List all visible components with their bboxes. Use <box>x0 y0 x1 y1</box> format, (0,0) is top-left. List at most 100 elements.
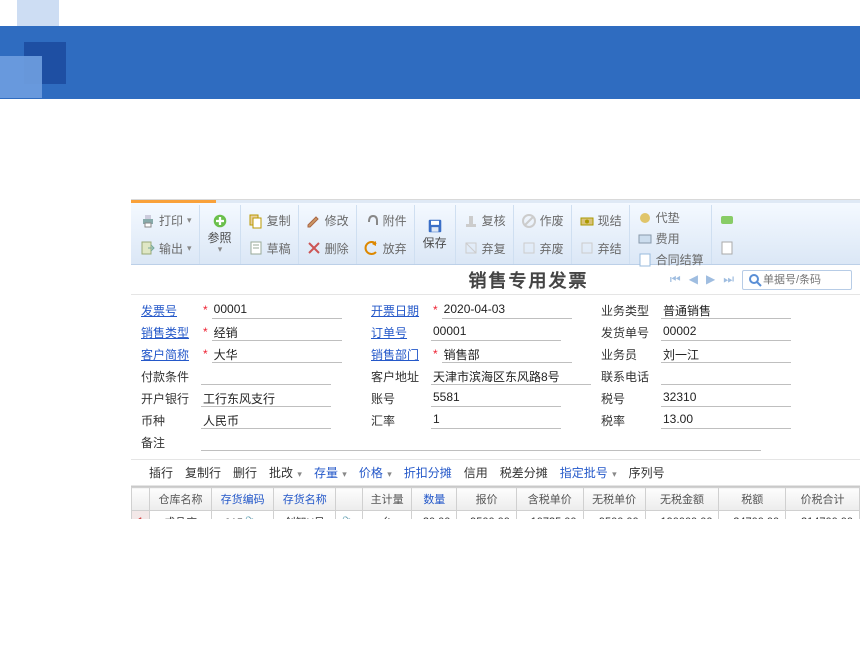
saletype-label[interactable]: 销售类型 <box>141 324 201 341</box>
cell-tax[interactable]: 24700.00 <box>719 511 786 520</box>
reference-button[interactable]: 参照▾ <box>200 205 241 264</box>
col-taxprice[interactable]: 含税单价 <box>516 488 583 511</box>
orderno-label[interactable]: 订单号 <box>371 324 431 341</box>
cash-icon <box>579 213 595 229</box>
addr-value[interactable]: 天津市滨海区东风路8号 <box>431 367 591 385</box>
draft-button[interactable]: 草稿 <box>244 238 295 259</box>
col-total[interactable]: 价税合计 <box>786 488 860 511</box>
col-name[interactable]: 存货名称 <box>274 488 336 511</box>
abandon3-button[interactable]: 弃结 <box>575 238 626 259</box>
search-box[interactable] <box>742 270 852 290</box>
taxrate-value[interactable]: 13.00 <box>661 411 791 429</box>
salesman-value[interactable]: 刘一江 <box>661 345 791 363</box>
giveup-label: 放弃 <box>383 240 407 257</box>
taxdiff-button[interactable]: 税差分摊 <box>500 464 548 481</box>
invoice-date-label[interactable]: 开票日期 <box>371 302 431 319</box>
tel-value[interactable] <box>661 367 791 385</box>
fee-label: 费用 <box>656 230 680 247</box>
invoice-date-value[interactable]: 2020-04-03 <box>442 301 572 319</box>
paperclip-icon[interactable]: 📎 <box>243 517 261 520</box>
line-toolbar: 插行 复制行 删行 批改 ▾ 存量 ▾ 价格 ▾ 折扣分摊 信用 税差分摊 指定… <box>131 459 860 486</box>
col-qty[interactable]: 数量 <box>412 488 457 511</box>
delete-row-button[interactable]: 删行 <box>233 464 257 481</box>
delete-button[interactable]: 删除 <box>302 238 353 259</box>
col-warehouse[interactable]: 仓库名称 <box>150 488 212 511</box>
review-button[interactable]: 复核 <box>459 210 510 231</box>
cell-uom[interactable]: 台 <box>363 511 412 520</box>
account-value[interactable]: 5581 <box>431 389 561 407</box>
more2-button[interactable] <box>715 238 739 258</box>
price-button[interactable]: 价格 ▾ <box>359 464 392 481</box>
col-code[interactable]: 存货编码 <box>212 488 274 511</box>
insert-row-button[interactable]: 插行 <box>149 464 173 481</box>
col-tax[interactable]: 税额 <box>719 488 786 511</box>
copy-row-button[interactable]: 复制行 <box>185 464 221 481</box>
cust-label[interactable]: 客户简称 <box>141 346 201 363</box>
serial-button[interactable]: 序列号 <box>629 464 665 481</box>
batch-edit-button[interactable]: 批改 ▾ <box>269 464 302 481</box>
export-icon <box>140 240 156 256</box>
biztype-label: 业务类型 <box>601 302 661 319</box>
cust-value[interactable]: 大华 <box>212 345 342 363</box>
rate-value[interactable]: 1 <box>431 411 561 429</box>
taxno-value[interactable]: 32310 <box>661 389 791 407</box>
cell-code[interactable]: 015📎 <box>212 511 274 520</box>
export-button[interactable]: 输出▾ <box>136 238 196 259</box>
biztype-value[interactable]: 普通销售 <box>661 301 791 319</box>
col-uom[interactable]: 主计量 <box>363 488 412 511</box>
abandon2-label: 弃废 <box>540 240 564 257</box>
giveup-button[interactable]: 放弃 <box>360 238 411 259</box>
more1-button[interactable] <box>715 211 739 231</box>
credit-button[interactable]: 信用 <box>464 464 488 481</box>
col-notaxprice[interactable]: 无税单价 <box>583 488 645 511</box>
col-attach <box>336 488 363 511</box>
cell-notaxprice[interactable]: 9500.00 <box>583 511 645 520</box>
void-button[interactable]: 作废 <box>517 210 568 231</box>
cell-notaxamt[interactable]: 190000.00 <box>645 511 719 520</box>
advance-button[interactable]: 代垫 <box>633 207 708 228</box>
nav-last-icon[interactable]: ⏭ <box>721 270 736 289</box>
discount-button[interactable]: 折扣分摊 <box>404 464 452 481</box>
cell-name[interactable]: 创智X号 <box>274 511 336 520</box>
nav-first-icon[interactable]: ⏮ <box>668 270 683 289</box>
attachment-button[interactable]: 附件 <box>360 210 411 231</box>
col-notaxamt[interactable]: 无税金额 <box>645 488 719 511</box>
cell-attach[interactable]: 📎 <box>336 511 363 520</box>
cell-warehouse[interactable]: 成品库 <box>150 511 212 520</box>
nav-prev-icon[interactable]: ◀ <box>687 270 700 289</box>
dept-label[interactable]: 销售部门 <box>371 346 431 363</box>
table-row[interactable]: 1 成品库 015📎 创智X号 📎 台 20.00 9500.00 10735.… <box>132 511 860 520</box>
copy-button[interactable]: 复制 <box>244 210 295 231</box>
abandon1-button[interactable]: 弃复 <box>459 238 510 259</box>
dept-value[interactable]: 销售部 <box>442 345 572 363</box>
modify-button[interactable]: 修改 <box>302 210 353 231</box>
abandon1-label: 弃复 <box>482 240 506 257</box>
fee-button[interactable]: 费用 <box>633 228 708 249</box>
cell-taxprice[interactable]: 10735.00 <box>516 511 583 520</box>
cash-button[interactable]: 现结 <box>575 210 626 231</box>
orderno-value[interactable]: 00001 <box>431 323 561 341</box>
nav-next-icon[interactable]: ▶ <box>704 270 717 289</box>
batchno-button[interactable]: 指定批号 ▾ <box>560 464 617 481</box>
col-quote[interactable]: 报价 <box>457 488 516 511</box>
bank-value[interactable]: 工行东风支行 <box>201 389 331 407</box>
cell-qty[interactable]: 20.00 <box>412 511 457 520</box>
taxno-label: 税号 <box>601 390 661 407</box>
cell-quote[interactable]: 9500.00 <box>457 511 516 520</box>
currency-value[interactable]: 人民币 <box>201 411 331 429</box>
remark-value[interactable] <box>201 433 761 451</box>
save-button[interactable]: 保存 <box>415 205 456 264</box>
search-input[interactable] <box>763 274 843 286</box>
advance-icon <box>637 210 653 226</box>
print-button[interactable]: 打印▾ <box>136 210 196 231</box>
saletype-value[interactable]: 经销 <box>212 323 342 341</box>
stock-button[interactable]: 存量 ▾ <box>314 464 347 481</box>
cell-total[interactable]: 214700.00 <box>786 511 860 520</box>
bank-label: 开户银行 <box>141 390 201 407</box>
invoice-no-label[interactable]: 发票号 <box>141 302 201 319</box>
cash-label: 现结 <box>598 212 622 229</box>
invoice-no-value[interactable]: 00001 <box>212 301 342 319</box>
shipno-value[interactable]: 00002 <box>661 323 791 341</box>
payterm-value[interactable] <box>201 367 331 385</box>
abandon2-button[interactable]: 弃废 <box>517 238 568 259</box>
